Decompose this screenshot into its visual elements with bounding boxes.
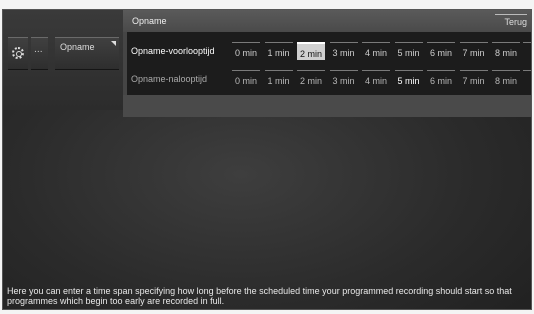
option-1-min[interactable]: 1 min [264, 42, 293, 60]
option-4-min[interactable]: 4 min [362, 70, 390, 88]
corner-indicator-icon [111, 41, 116, 46]
option-5-min[interactable]: 5 min [394, 70, 423, 88]
more-options-indicator [522, 42, 531, 60]
option-2-min[interactable]: 2 min [297, 70, 325, 88]
menu-body: Opname-voorlooptijd 0 min 1 min 2 min 3 min… [127, 32, 531, 95]
option-8-min[interactable]: 8 min [492, 70, 520, 88]
option-3-min[interactable]: 3 min [329, 70, 358, 88]
opname-crumb[interactable]: Opname [55, 37, 119, 70]
more-options-indicator [522, 70, 531, 88]
option-1-min[interactable]: 1 min [264, 70, 293, 88]
menu-footer [123, 95, 531, 117]
help-text: Here you can enter a time span specifyin… [7, 286, 512, 306]
option-6-min[interactable]: 6 min [427, 42, 455, 60]
breadcrumb: ... Opname [3, 10, 123, 110]
more-crumb[interactable]: ... [31, 37, 48, 70]
option-0-min[interactable]: 0 min [232, 42, 260, 60]
option-2-min[interactable]: 2 min [297, 42, 325, 60]
settings-crumb[interactable] [8, 37, 28, 70]
menu-header: Opname Terug [123, 10, 531, 32]
tv-screen: ... Opname Opname Terug Opname-voorloopt… [2, 9, 532, 310]
option-4-min[interactable]: 4 min [362, 42, 390, 60]
menu-title: Opname [132, 16, 167, 26]
option-8-min[interactable]: 8 min [492, 42, 520, 60]
setting-row-voorlooptijd[interactable]: Opname-voorlooptijd 0 min 1 min 2 min 3 min… [127, 37, 531, 65]
row-label: Opname-voorlooptijd [131, 46, 215, 56]
opname-crumb-label: Opname [60, 42, 95, 52]
setting-row-nalooptijd[interactable]: Opname-nalooptijd 0 min 1 min 2 min 3 min 4 … [127, 65, 531, 93]
more-label: ... [34, 45, 43, 55]
row-label: Opname-nalooptijd [131, 74, 208, 84]
option-3-min[interactable]: 3 min [329, 42, 358, 60]
option-6-min[interactable]: 6 min [427, 70, 455, 88]
gear-icon [12, 47, 24, 59]
option-7-min[interactable]: 7 min [459, 70, 488, 88]
back-button[interactable]: Terug [495, 14, 527, 29]
option-5-min[interactable]: 5 min [394, 42, 423, 60]
opname-menu: Opname Terug Opname-voorlooptijd 0 min 1 … [123, 10, 531, 117]
option-0-min[interactable]: 0 min [232, 70, 260, 88]
option-7-min[interactable]: 7 min [459, 42, 488, 60]
